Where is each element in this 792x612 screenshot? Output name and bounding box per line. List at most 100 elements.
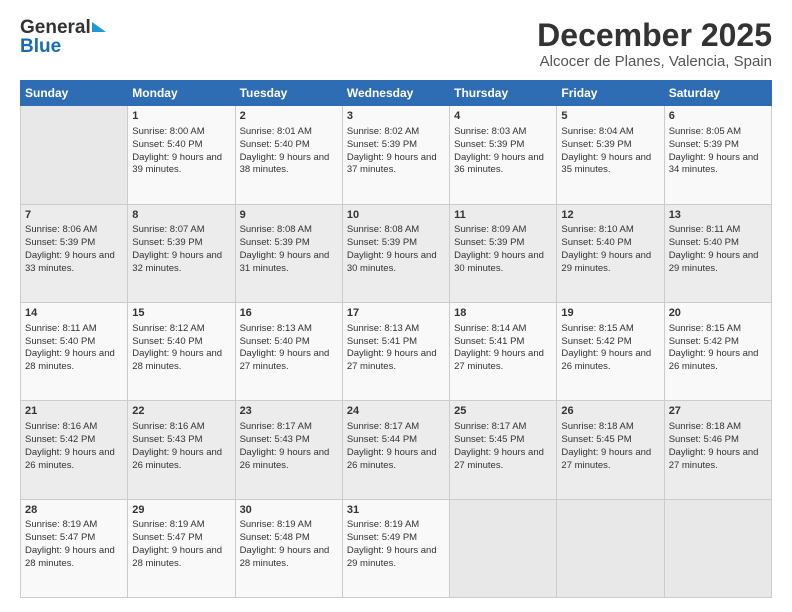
daylight-text: Daylight: 9 hours and 28 minutes. xyxy=(25,348,115,372)
day-number: 21 xyxy=(25,404,123,419)
weekday-header-thursday: Thursday xyxy=(450,81,557,106)
sunrise-text: Sunrise: 8:12 AM xyxy=(132,323,204,334)
daylight-text: Daylight: 9 hours and 36 minutes. xyxy=(454,152,544,176)
sunset-text: Sunset: 5:42 PM xyxy=(25,434,95,445)
sunrise-text: Sunrise: 8:13 AM xyxy=(347,323,419,334)
calendar-cell: 6 Sunrise: 8:05 AM Sunset: 5:39 PM Dayli… xyxy=(664,106,771,204)
day-number: 7 xyxy=(25,208,123,223)
sunrise-text: Sunrise: 8:18 AM xyxy=(669,421,741,432)
daylight-text: Daylight: 9 hours and 27 minutes. xyxy=(561,447,651,471)
daylight-text: Daylight: 9 hours and 30 minutes. xyxy=(347,250,437,274)
daylight-text: Daylight: 9 hours and 33 minutes. xyxy=(25,250,115,274)
daylight-text: Daylight: 9 hours and 32 minutes. xyxy=(132,250,222,274)
sunrise-text: Sunrise: 8:17 AM xyxy=(347,421,419,432)
day-number: 3 xyxy=(347,109,445,124)
calendar-cell: 25 Sunrise: 8:17 AM Sunset: 5:45 PM Dayl… xyxy=(450,401,557,499)
sunset-text: Sunset: 5:40 PM xyxy=(25,336,95,347)
sunset-text: Sunset: 5:40 PM xyxy=(240,336,310,347)
calendar-cell: 22 Sunrise: 8:16 AM Sunset: 5:43 PM Dayl… xyxy=(128,401,235,499)
day-number: 14 xyxy=(25,306,123,321)
calendar-week-row: 21 Sunrise: 8:16 AM Sunset: 5:42 PM Dayl… xyxy=(21,401,772,499)
daylight-text: Daylight: 9 hours and 26 minutes. xyxy=(132,447,222,471)
sunset-text: Sunset: 5:40 PM xyxy=(561,237,631,248)
calendar-cell: 10 Sunrise: 8:08 AM Sunset: 5:39 PM Dayl… xyxy=(342,204,449,302)
sunset-text: Sunset: 5:42 PM xyxy=(669,336,739,347)
day-number: 27 xyxy=(669,404,767,419)
calendar-cell: 12 Sunrise: 8:10 AM Sunset: 5:40 PM Dayl… xyxy=(557,204,664,302)
sunset-text: Sunset: 5:39 PM xyxy=(561,139,631,150)
sunset-text: Sunset: 5:40 PM xyxy=(240,139,310,150)
day-number: 5 xyxy=(561,109,659,124)
calendar-cell: 19 Sunrise: 8:15 AM Sunset: 5:42 PM Dayl… xyxy=(557,302,664,400)
sunset-text: Sunset: 5:43 PM xyxy=(132,434,202,445)
daylight-text: Daylight: 9 hours and 28 minutes. xyxy=(240,545,330,569)
daylight-text: Daylight: 9 hours and 27 minutes. xyxy=(347,348,437,372)
calendar-cell: 28 Sunrise: 8:19 AM Sunset: 5:47 PM Dayl… xyxy=(21,499,128,597)
weekday-header-row: SundayMondayTuesdayWednesdayThursdayFrid… xyxy=(21,81,772,106)
sunrise-text: Sunrise: 8:18 AM xyxy=(561,421,633,432)
sunrise-text: Sunrise: 8:08 AM xyxy=(240,224,312,235)
sunset-text: Sunset: 5:45 PM xyxy=(454,434,524,445)
sunset-text: Sunset: 5:42 PM xyxy=(561,336,631,347)
day-number: 26 xyxy=(561,404,659,419)
weekday-header-wednesday: Wednesday xyxy=(342,81,449,106)
calendar-title: December 2025 xyxy=(537,18,772,53)
daylight-text: Daylight: 9 hours and 26 minutes. xyxy=(240,447,330,471)
sunset-text: Sunset: 5:40 PM xyxy=(132,336,202,347)
sunset-text: Sunset: 5:39 PM xyxy=(240,237,310,248)
calendar-cell: 5 Sunrise: 8:04 AM Sunset: 5:39 PM Dayli… xyxy=(557,106,664,204)
calendar-cell: 13 Sunrise: 8:11 AM Sunset: 5:40 PM Dayl… xyxy=(664,204,771,302)
day-number: 16 xyxy=(240,306,338,321)
day-number: 6 xyxy=(669,109,767,124)
sunrise-text: Sunrise: 8:07 AM xyxy=(132,224,204,235)
day-number: 11 xyxy=(454,208,552,223)
sunset-text: Sunset: 5:44 PM xyxy=(347,434,417,445)
calendar-cell: 20 Sunrise: 8:15 AM Sunset: 5:42 PM Dayl… xyxy=(664,302,771,400)
sunset-text: Sunset: 5:39 PM xyxy=(25,237,95,248)
sunrise-text: Sunrise: 8:02 AM xyxy=(347,126,419,137)
day-number: 2 xyxy=(240,109,338,124)
sunrise-text: Sunrise: 8:19 AM xyxy=(347,519,419,530)
daylight-text: Daylight: 9 hours and 27 minutes. xyxy=(669,447,759,471)
daylight-text: Daylight: 9 hours and 29 minutes. xyxy=(669,250,759,274)
calendar-cell: 11 Sunrise: 8:09 AM Sunset: 5:39 PM Dayl… xyxy=(450,204,557,302)
calendar-cell: 9 Sunrise: 8:08 AM Sunset: 5:39 PM Dayli… xyxy=(235,204,342,302)
sunrise-text: Sunrise: 8:19 AM xyxy=(132,519,204,530)
title-block: December 2025 Alcocer de Planes, Valenci… xyxy=(537,18,772,70)
calendar-cell: 8 Sunrise: 8:07 AM Sunset: 5:39 PM Dayli… xyxy=(128,204,235,302)
calendar-cell: 31 Sunrise: 8:19 AM Sunset: 5:49 PM Dayl… xyxy=(342,499,449,597)
daylight-text: Daylight: 9 hours and 29 minutes. xyxy=(561,250,651,274)
calendar-cell xyxy=(557,499,664,597)
sunset-text: Sunset: 5:46 PM xyxy=(669,434,739,445)
sunrise-text: Sunrise: 8:00 AM xyxy=(132,126,204,137)
daylight-text: Daylight: 9 hours and 31 minutes. xyxy=(240,250,330,274)
weekday-header-saturday: Saturday xyxy=(664,81,771,106)
day-number: 8 xyxy=(132,208,230,223)
day-number: 17 xyxy=(347,306,445,321)
day-number: 31 xyxy=(347,503,445,518)
day-number: 20 xyxy=(669,306,767,321)
day-number: 1 xyxy=(132,109,230,124)
daylight-text: Daylight: 9 hours and 29 minutes. xyxy=(347,545,437,569)
calendar-cell: 27 Sunrise: 8:18 AM Sunset: 5:46 PM Dayl… xyxy=(664,401,771,499)
weekday-header-monday: Monday xyxy=(128,81,235,106)
daylight-text: Daylight: 9 hours and 38 minutes. xyxy=(240,152,330,176)
daylight-text: Daylight: 9 hours and 27 minutes. xyxy=(454,447,544,471)
daylight-text: Daylight: 9 hours and 35 minutes. xyxy=(561,152,651,176)
calendar-cell: 23 Sunrise: 8:17 AM Sunset: 5:43 PM Dayl… xyxy=(235,401,342,499)
sunset-text: Sunset: 5:45 PM xyxy=(561,434,631,445)
calendar-subtitle: Alcocer de Planes, Valencia, Spain xyxy=(537,53,772,70)
calendar-week-row: 28 Sunrise: 8:19 AM Sunset: 5:47 PM Dayl… xyxy=(21,499,772,597)
sunrise-text: Sunrise: 8:01 AM xyxy=(240,126,312,137)
sunrise-text: Sunrise: 8:13 AM xyxy=(240,323,312,334)
day-number: 28 xyxy=(25,503,123,518)
sunrise-text: Sunrise: 8:11 AM xyxy=(669,224,741,235)
sunrise-text: Sunrise: 8:05 AM xyxy=(669,126,741,137)
calendar-cell: 15 Sunrise: 8:12 AM Sunset: 5:40 PM Dayl… xyxy=(128,302,235,400)
header: General Blue December 2025 Alcocer de Pl… xyxy=(20,18,772,70)
daylight-text: Daylight: 9 hours and 27 minutes. xyxy=(240,348,330,372)
day-number: 13 xyxy=(669,208,767,223)
calendar-cell: 1 Sunrise: 8:00 AM Sunset: 5:40 PM Dayli… xyxy=(128,106,235,204)
daylight-text: Daylight: 9 hours and 39 minutes. xyxy=(132,152,222,176)
sunrise-text: Sunrise: 8:03 AM xyxy=(454,126,526,137)
